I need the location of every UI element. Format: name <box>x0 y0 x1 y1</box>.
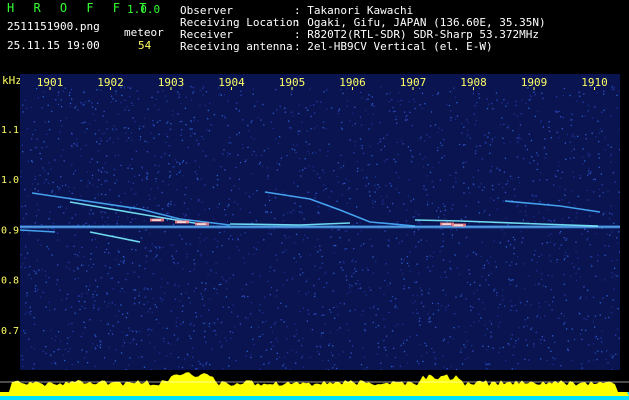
meteor-count: 54 <box>138 39 152 52</box>
y-tick-label: 0.8 <box>1 276 19 287</box>
y-tick-label: 1.1 <box>1 125 19 136</box>
antenna-value: : 2el-HB9CV Vertical (el. E-W) <box>294 40 493 53</box>
meteor-echo-core <box>442 223 451 225</box>
spectrogram <box>20 74 620 400</box>
meteor-echo-core <box>197 223 206 225</box>
y-tick-label: 1.0 <box>1 175 19 186</box>
header-panel: H R O F F T 1.0.0 2511151900.png 25.11.1… <box>0 0 629 74</box>
filename: 2511151900.png <box>7 20 100 33</box>
x-axis: 1901 1902 1903 1904 1905 1906 1907 1908 1909 1910 <box>37 76 608 90</box>
signal-level-band <box>0 370 629 400</box>
meteor-echo-core <box>454 224 463 226</box>
app-version: 1.0.0 <box>127 3 161 16</box>
meteor-label: meteor <box>124 26 164 39</box>
meteor-echo-core <box>152 219 161 221</box>
datetime: 25.11.15 19:00 <box>7 39 100 52</box>
y-axis: 1.11.00.90.80.70.6 <box>1 125 19 387</box>
antenna-label: Receiving antenna <box>180 40 293 53</box>
y-tick-label: 0.7 <box>1 326 19 337</box>
spectrogram-background <box>20 74 620 400</box>
y-tick-label: 0.9 <box>1 225 19 236</box>
meteor-echo-core <box>177 221 186 223</box>
